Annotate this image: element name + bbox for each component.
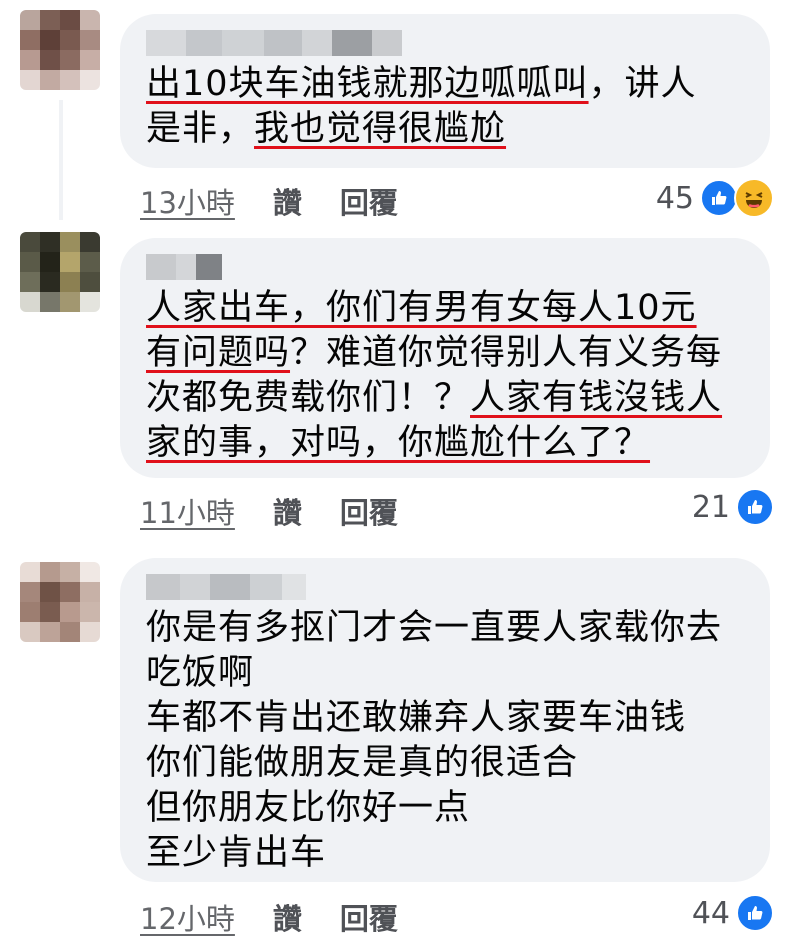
reaction-summary[interactable]: 21 xyxy=(692,488,774,526)
timestamp-link[interactable]: 12小時 xyxy=(140,896,235,938)
text-segment: 但你朋友比你好一点 xyxy=(146,788,471,828)
blurred-author-name[interactable] xyxy=(146,254,744,280)
text-segment: 你是有多抠门才会一直要人家载你去 xyxy=(146,608,723,648)
like-icon xyxy=(700,179,738,217)
reaction-count: 21 xyxy=(691,489,730,525)
underlined-text: 人家出车 xyxy=(146,288,291,328)
text-segment: 吃饭啊 xyxy=(146,653,255,693)
comment-text: 出10块车油钱就那边呱呱叫，讲人 是非，我也觉得很尴尬 xyxy=(146,62,744,152)
comment-bubble: 人家出车，你们有男有女每人10元 有问题吗？难道你觉得别人有义务每 次都免费载你们！… xyxy=(120,238,770,478)
text-segment: 你们能做朋友是真的很适合 xyxy=(146,743,579,783)
comment-actions: 12小時 讚 回覆 xyxy=(140,896,398,938)
text-segment: ？难道你觉得别人有义务每 xyxy=(290,333,723,373)
comment-line: 是非，我也觉得很尴尬 xyxy=(146,107,744,152)
comment-line: 家的事，对吗，你尴尬什么了？ xyxy=(146,421,744,466)
comment-bubble: 你是有多抠门才会一直要人家载你去 吃饭啊车都不肯出还敢嫌弃人家要车油钱 你们能做朋友… xyxy=(120,558,770,882)
comment-line: 人家出车，你们有男有女每人10元 xyxy=(146,286,744,331)
comment-line: 有问题吗？难道你觉得别人有义务每 xyxy=(146,331,744,376)
reaction-summary[interactable]: 45 xyxy=(656,178,774,218)
text-segment: 是非， xyxy=(146,109,255,149)
underlined-text: 人家有钱沒钱人 xyxy=(470,378,723,418)
comment-actions: 13小時 讚 回覆 xyxy=(140,180,398,222)
comment-line: 你是有多抠门才会一直要人家载你去 xyxy=(146,606,744,651)
like-button[interactable]: 讚 xyxy=(273,896,302,938)
blurred-author-name[interactable] xyxy=(146,30,744,56)
comment-actions: 11小時 讚 回覆 xyxy=(140,490,398,532)
haha-icon xyxy=(734,178,774,218)
comment-line: 次都免费载你们！？人家有钱沒钱人 xyxy=(146,376,744,421)
underlined-text: 有问题吗 xyxy=(146,333,291,373)
like-icon xyxy=(736,488,774,526)
reply-button[interactable]: 回覆 xyxy=(340,490,398,532)
reaction-summary[interactable]: 44 xyxy=(692,894,774,932)
blurred-author-name[interactable] xyxy=(146,574,744,600)
thread-line xyxy=(59,100,63,220)
underlined-text: ，你们有男有女每人10元 xyxy=(290,288,697,328)
reaction-count: 45 xyxy=(655,180,694,216)
text-segment: 车都不肯出还敢嫌弃人家要车油钱 xyxy=(146,698,687,738)
text-segment: 次都免费载你们！？ xyxy=(146,378,471,418)
comment-line: 车都不肯出还敢嫌弃人家要车油钱 xyxy=(146,696,744,741)
underlined-text: 出10块车油钱就那边呱呱叫 xyxy=(146,64,589,104)
text-segment: ，讲人 xyxy=(588,64,697,104)
timestamp-link[interactable]: 11小時 xyxy=(140,490,235,532)
like-icon xyxy=(736,894,774,932)
comment-text: 你是有多抠门才会一直要人家载你去 吃饭啊车都不肯出还敢嫌弃人家要车油钱 你们能做朋友… xyxy=(146,606,744,876)
underlined-text: 我也觉得很尴尬 xyxy=(254,109,507,149)
comment-line: 但你朋友比你好一点 xyxy=(146,786,744,831)
avatar[interactable] xyxy=(20,232,100,312)
avatar[interactable] xyxy=(20,10,100,90)
reply-button[interactable]: 回覆 xyxy=(340,896,398,938)
like-button[interactable]: 讚 xyxy=(273,490,302,532)
avatar[interactable] xyxy=(20,562,100,642)
comment-line: 至少肯出车 xyxy=(146,831,744,876)
like-button[interactable]: 讚 xyxy=(273,180,302,222)
reply-button[interactable]: 回覆 xyxy=(340,180,398,222)
comment-line: 你们能做朋友是真的很适合 xyxy=(146,741,744,786)
comment-line: 出10块车油钱就那边呱呱叫，讲人 xyxy=(146,62,744,107)
comment-line: 吃饭啊 xyxy=(146,651,744,696)
reaction-count: 44 xyxy=(691,895,730,931)
text-segment: 至少肯出车 xyxy=(146,833,327,873)
underlined-text: 家的事，对吗，你尴尬什么了？ xyxy=(146,423,651,463)
comment-text: 人家出车，你们有男有女每人10元 有问题吗？难道你觉得别人有义务每 次都免费载你们！… xyxy=(146,286,744,466)
timestamp-link[interactable]: 13小時 xyxy=(140,180,235,222)
comment-bubble: 出10块车油钱就那边呱呱叫，讲人 是非，我也觉得很尴尬 xyxy=(120,14,770,168)
